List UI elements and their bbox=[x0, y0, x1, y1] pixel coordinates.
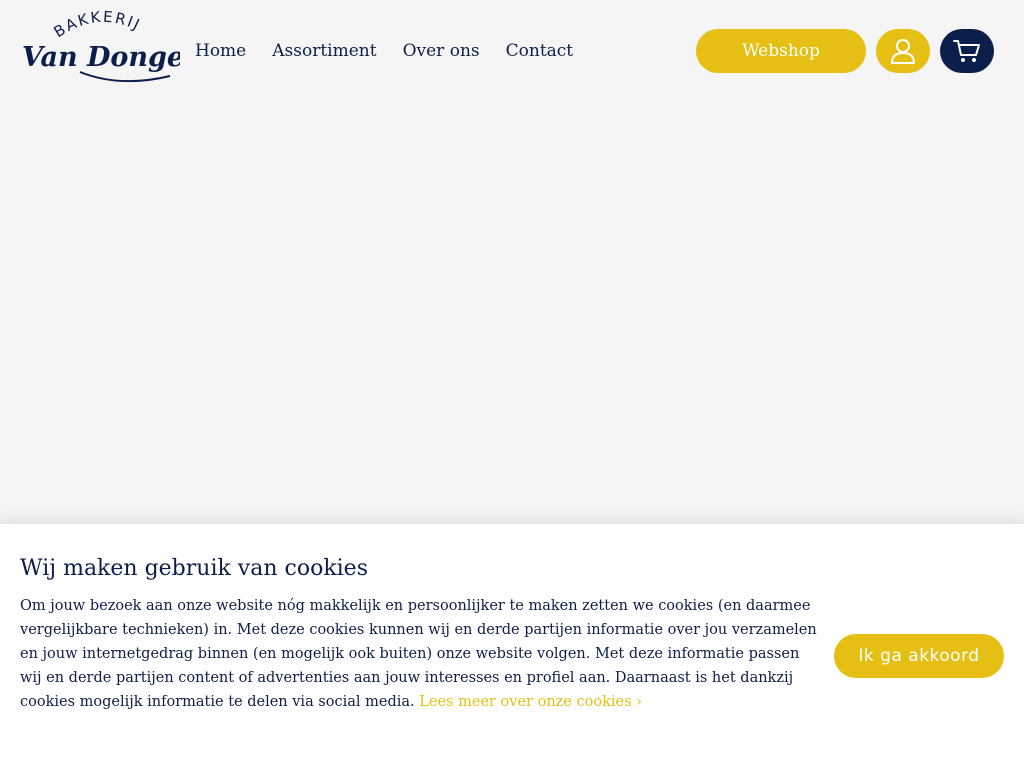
user-icon bbox=[891, 39, 915, 64]
shopping-cart-icon bbox=[953, 40, 980, 62]
nav-item-home[interactable]: Home bbox=[195, 40, 246, 62]
cart-button[interactable] bbox=[940, 29, 994, 73]
logo-main-text: Van Dongen bbox=[22, 42, 180, 73]
nav-item-contact[interactable]: Contact bbox=[506, 40, 574, 62]
nav-item-over-ons[interactable]: Over ons bbox=[403, 40, 480, 62]
accept-cookies-button[interactable]: Ik ga akkoord bbox=[834, 634, 1004, 678]
account-button[interactable] bbox=[876, 29, 930, 73]
cookie-banner: Wij maken gebruik van cookies Om jouw be… bbox=[0, 524, 1024, 768]
cookie-description: Om jouw bezoek aan onze website nóg makk… bbox=[20, 594, 820, 714]
logo-top-text: BAKKERIJ bbox=[51, 10, 144, 41]
cookie-title: Wij maken gebruik van cookies bbox=[20, 556, 368, 581]
brand-logo[interactable]: BAKKERIJ Van Dongen bbox=[20, 10, 180, 90]
logo-graphic: BAKKERIJ Van Dongen bbox=[22, 10, 180, 83]
webshop-button[interactable]: Webshop bbox=[696, 29, 866, 73]
cookie-more-info-link[interactable]: Lees meer over onze cookies › bbox=[419, 694, 642, 710]
nav-item-assortiment[interactable]: Assortiment bbox=[272, 40, 376, 62]
main-nav: Home Assortiment Over ons Contact bbox=[195, 40, 599, 62]
